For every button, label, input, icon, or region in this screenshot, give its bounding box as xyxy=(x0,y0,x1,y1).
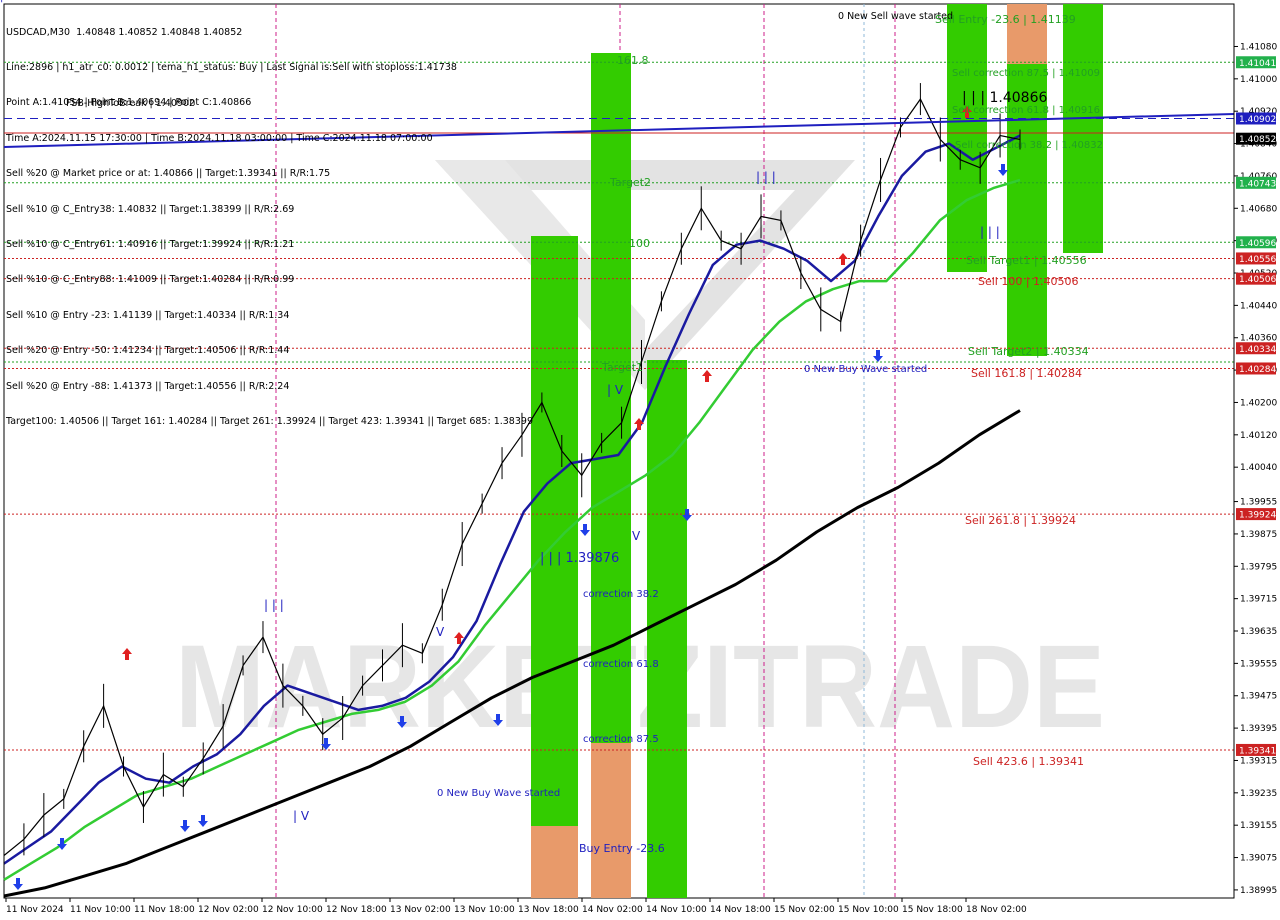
info-line: Sell %10 @ C_Entry61: 1.40916 || Target:… xyxy=(6,238,295,250)
x-tick-label: 11 Nov 18:00 xyxy=(134,905,195,915)
x-tick-label: 15 Nov 10:00 xyxy=(838,905,899,915)
info-line: Sell %10 @ Entry -23: 1.41139 || Target:… xyxy=(6,309,290,321)
x-tick-label: 13 Nov 02:00 xyxy=(390,905,451,915)
x-tick-label: 11 Nov 10:00 xyxy=(70,905,131,915)
annotation-label: Buy Entry -23.6 xyxy=(579,842,665,855)
annotation-label: correction 38.2 xyxy=(583,589,659,600)
info-line: Sell %10 @ C_Entry38: 1.40832 || Target:… xyxy=(6,203,295,215)
y-tick-label: 1.39075 xyxy=(1240,854,1277,864)
annotation-label: Sell 423.6 | 1.39341 xyxy=(973,755,1084,768)
price-label: 1.39924 xyxy=(1239,511,1276,521)
annotation-label: | | | 1.40866 xyxy=(962,90,1047,106)
price-label: 1.40596 xyxy=(1239,239,1276,249)
info-line: Line:2896 | h1_atr_c0: 0.0012 | tema_h1_… xyxy=(6,61,457,73)
y-tick-label: 1.39475 xyxy=(1240,692,1277,702)
x-tick-label: 14 Nov 10:00 xyxy=(646,905,707,915)
annotation-label: Target2 xyxy=(609,176,651,189)
annotation-label: Sell correction 38.2 | 1.40832 xyxy=(955,140,1103,151)
x-tick-label: 18 Nov 02:00 xyxy=(966,905,1027,915)
x-tick-label: 15 Nov 18:00 xyxy=(902,905,963,915)
annotation-label: Sell 261.8 | 1.39924 xyxy=(965,514,1076,527)
annotation-label: | | | xyxy=(264,598,284,612)
annotation-label: 0 New Buy Wave started xyxy=(437,788,560,799)
x-tick-label: 15 Nov 02:00 xyxy=(774,905,835,915)
x-tick-label: 13 Nov 18:00 xyxy=(518,905,579,915)
price-label: 1.40284 xyxy=(1239,365,1276,375)
annotation-label: Target1 xyxy=(601,361,643,374)
info-line: Target100: 1.40506 || Target 161: 1.4028… xyxy=(6,415,533,427)
y-tick-label: 1.40040 xyxy=(1240,463,1277,473)
x-tick-label: 12 Nov 18:00 xyxy=(326,905,387,915)
annotation-label: Sell correction 61.8 | 1.40916 xyxy=(952,105,1100,116)
x-tick-label: 12 Nov 02:00 xyxy=(198,905,259,915)
annotation-label: 0 New Buy Wave started xyxy=(804,364,927,375)
x-tick-label: 14 Nov 02:00 xyxy=(582,905,643,915)
price-label: 1.40743 xyxy=(1239,179,1276,189)
info-panel: USDCAD,M30 1.40848 1.40852 1.40848 1.408… xyxy=(6,3,533,439)
annotation-label: | | | xyxy=(980,225,1000,239)
x-tick-label: 13 Nov 10:00 xyxy=(454,905,515,915)
info-line: Sell %20 @ Market price or at: 1.40866 |… xyxy=(6,168,331,180)
price-label: 1.39341 xyxy=(1239,746,1276,756)
annotation-label: V xyxy=(632,529,641,543)
y-tick-label: 1.39155 xyxy=(1240,821,1277,831)
annotation-label: 100 xyxy=(629,237,650,250)
y-tick-label: 1.40120 xyxy=(1240,431,1277,441)
x-tick-label: 14 Nov 18:00 xyxy=(710,905,771,915)
x-tick-label: 11 Nov 2024 xyxy=(6,905,64,915)
x-tick-label: 12 Nov 10:00 xyxy=(262,905,323,915)
annotation-label: V xyxy=(436,625,445,639)
annotation-label: | | | 1.39876 xyxy=(540,551,619,566)
price-axis: 1.410801.410001.409201.408401.407601.406… xyxy=(1233,4,1277,898)
y-tick-label: 1.39795 xyxy=(1240,562,1277,572)
time-axis: 11 Nov 2024 11 Nov 10:00 11 Nov 18:00 12 No… xyxy=(5,898,1027,915)
annotation-label: Sell 161.8 | 1.40284 xyxy=(971,367,1082,380)
y-tick-label: 1.39635 xyxy=(1240,627,1277,637)
price-label: 1.40852 xyxy=(1239,135,1276,145)
y-tick-label: 1.39235 xyxy=(1240,789,1277,799)
y-tick-label: 1.39715 xyxy=(1240,595,1277,605)
y-tick-label: 1.41000 xyxy=(1240,75,1277,85)
price-label: 1.41041 xyxy=(1239,59,1276,69)
annotation-label: | V xyxy=(607,383,624,397)
y-tick-label: 1.40200 xyxy=(1240,398,1277,408)
y-tick-label: 1.39395 xyxy=(1240,724,1277,734)
y-tick-label: 1.39555 xyxy=(1240,659,1277,669)
annotation-label: Sell Entry -23.6 | 1.41139 xyxy=(935,13,1076,26)
info-line: Sell %20 @ Entry -50: 1.41234 || Target:… xyxy=(6,345,290,357)
annotation-label: Sell Target2 | 1.40334 xyxy=(968,345,1089,358)
annotation-label: 161.8 xyxy=(617,54,649,67)
y-tick-label: 1.39955 xyxy=(1240,498,1277,508)
price-label: 1.40334 xyxy=(1239,345,1276,355)
info-header: USDCAD,M30 1.40848 1.40852 1.40848 1.408… xyxy=(6,26,243,38)
info-line: Sell %10 @ C_Entry88: 1.41009 || Target:… xyxy=(6,274,295,286)
y-tick-label: 1.40680 xyxy=(1240,204,1277,214)
y-tick-label: 1.41080 xyxy=(1240,42,1277,52)
annotation-label: Sell correction 87.5 | 1.41009 xyxy=(952,68,1100,79)
annotation-label: | | | xyxy=(756,170,776,184)
price-label: 1.40556 xyxy=(1239,255,1276,265)
annotation-label: correction 87.5 xyxy=(583,734,659,745)
info-line: Time A:2024.11.15 17:30:00 | Time B:2024… xyxy=(6,132,433,144)
y-tick-label: 1.38995 xyxy=(1240,886,1277,896)
y-tick-label: 1.39315 xyxy=(1240,756,1277,766)
price-label: 1.40506 xyxy=(1239,275,1276,285)
y-tick-label: 1.40440 xyxy=(1240,301,1277,311)
y-tick-label: 1.40360 xyxy=(1240,334,1277,344)
fsb-overlay: FSB-HighToBreak | 1.40902 xyxy=(66,98,196,109)
price-label: 1.40902 xyxy=(1239,115,1276,125)
annotation-label: Sell 100 | 1.40506 xyxy=(978,275,1079,288)
annotation-label: correction 61.8 xyxy=(583,659,659,670)
annotation-label: Sell Target1 | 1.40556 xyxy=(966,254,1087,267)
info-line: Sell %20 @ Entry -88: 1.41373 || Target:… xyxy=(6,380,290,392)
y-tick-label: 1.39875 xyxy=(1240,530,1277,540)
annotation-label: | V xyxy=(293,809,310,823)
